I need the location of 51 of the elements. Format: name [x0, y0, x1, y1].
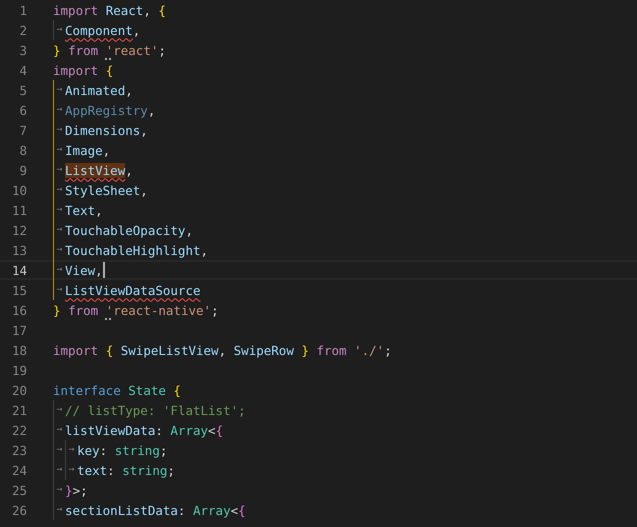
code-line: → ListView, — [53, 160, 133, 180]
code-line: → View, — [53, 260, 105, 280]
code-line: → }>; — [53, 480, 88, 500]
code-line: → ListViewDataSource — [53, 280, 200, 300]
line-number: 26 — [10, 502, 27, 518]
code-line: → StyleSheet, — [53, 180, 148, 200]
code-line: } from 'react-native'; — [53, 302, 219, 320]
line-number: 1 — [18, 2, 27, 18]
code-line: import React, { — [53, 2, 166, 20]
line-number: 22 — [10, 422, 27, 438]
line-number: 8 — [18, 142, 27, 158]
code-line: interface State { — [53, 382, 181, 400]
code-line: → TouchableHighlight, — [53, 240, 208, 260]
line-number: 24 — [10, 462, 27, 478]
line-number: 5 — [18, 82, 27, 98]
code-line: → Component, — [53, 20, 140, 40]
code-line: → sectionListData: Array<{ — [53, 500, 246, 520]
code-line: → Animated, — [53, 80, 133, 100]
code-line: → TouchableOpacity, — [53, 220, 193, 240]
line-number: 9 — [18, 162, 27, 178]
code-line: → AppRegistry, — [53, 100, 156, 120]
line-number: 16 — [10, 302, 27, 318]
line-number: 13 — [10, 242, 27, 258]
code-line: import { SwipeListView, SwipeRow } from './'; — [53, 342, 392, 360]
line-number: 25 — [10, 482, 27, 498]
line-number: 3 — [18, 42, 27, 58]
code-line: → // listType: 'FlatList'; — [53, 400, 246, 420]
line-number: 12 — [10, 222, 27, 238]
line-number: 19 — [10, 362, 27, 378]
line-number: 21 — [10, 402, 27, 418]
code-line: → → key: string; — [53, 440, 168, 460]
line-number: 2 — [18, 22, 27, 38]
line-number: 15 — [10, 282, 27, 298]
line-number: 10 — [10, 182, 27, 198]
line-number: 7 — [18, 122, 27, 138]
line-number: 14 — [10, 262, 27, 278]
line-number: 11 — [10, 202, 27, 218]
code-line: → → text: string; — [53, 460, 175, 480]
code-line: → Text, — [53, 200, 103, 220]
line-number: 17 — [10, 322, 27, 338]
code-line: → Dimensions, — [53, 120, 148, 140]
code-line: → Image, — [53, 140, 110, 160]
line-number: 4 — [18, 62, 27, 78]
code-line: → listViewData: Array<{ — [53, 420, 224, 440]
code-line: import { — [53, 62, 114, 80]
line-number: 20 — [10, 382, 27, 398]
text-cursor — [102, 262, 105, 278]
code-line: } from 'react'; — [53, 42, 166, 60]
line-number: 18 — [10, 342, 27, 358]
line-number: 6 — [18, 102, 27, 118]
line-number: 23 — [10, 442, 27, 458]
